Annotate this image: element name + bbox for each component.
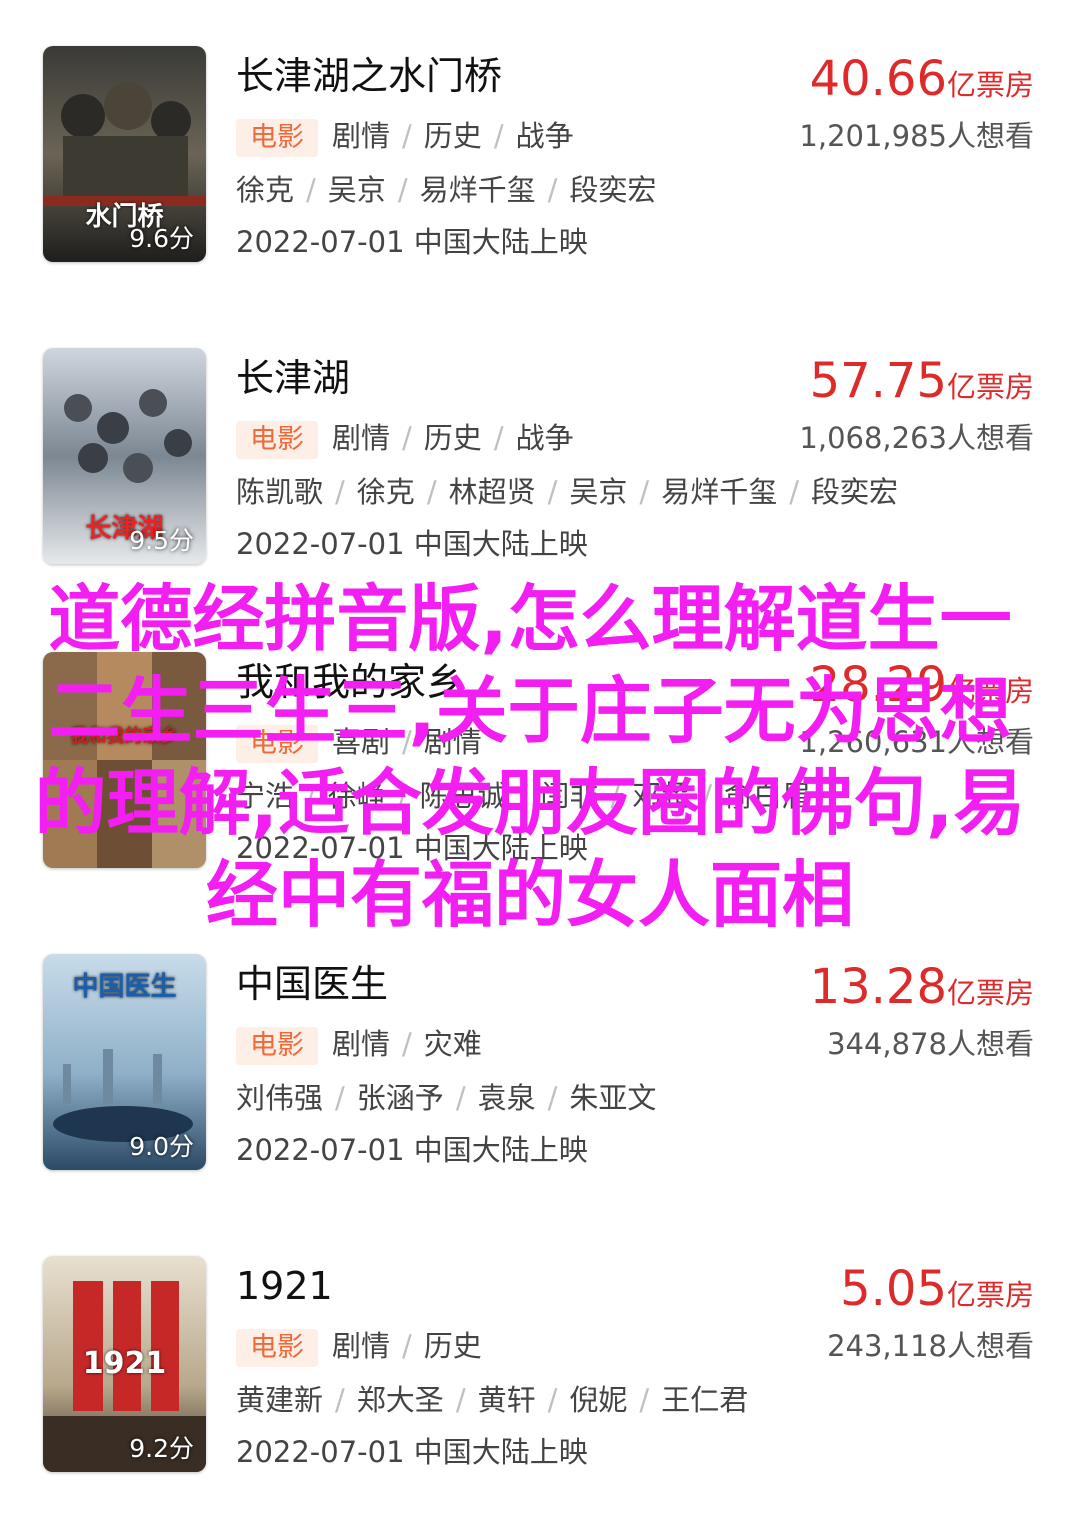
box-office-value: 5.05 xyxy=(840,1261,947,1317)
box-office: 57.75亿票房 xyxy=(810,354,1034,408)
genre-row: 电影 剧情 / 历史 xyxy=(236,1326,482,1367)
cast-member: 易烊千玺 xyxy=(661,475,778,509)
genre-row: 电影 剧情 / 历史 / 战争 xyxy=(236,418,574,459)
box-office-unit: 亿票房 xyxy=(946,370,1034,404)
genre: 历史 xyxy=(423,421,482,455)
box-office: 5.05亿票房 xyxy=(840,1262,1034,1316)
cast-member: 段奕宏 xyxy=(569,173,657,207)
cast-member: 王仁君 xyxy=(661,1383,749,1417)
rating-score: 9.6分 xyxy=(129,224,194,253)
genre: 灾难 xyxy=(423,1027,482,1061)
movie-poster[interactable]: 中国医生 9.0分 xyxy=(43,954,206,1170)
cast-member: 徐克 xyxy=(236,173,295,207)
want-count: 1,201,985人想看 xyxy=(799,119,1034,153)
cast-member: 林超贤 xyxy=(448,475,536,509)
release-date: 2022-07-01 中国大陆上映 xyxy=(236,1435,588,1469)
box-office: 40.66亿票房 xyxy=(810,52,1034,106)
want-count: 1,068,263人想看 xyxy=(799,421,1034,455)
category-tag: 电影 xyxy=(236,119,318,157)
movie-title[interactable]: 中国医生 xyxy=(236,958,388,1010)
movie-card[interactable]: 长津湖 9.5分 长津湖 电影 剧情 / 历史 / 战争 陈凯歌 / 徐克 / 林超贤 / 吴京 / 易烊… xyxy=(0,348,1080,568)
box-office-value: 40.66 xyxy=(809,51,947,107)
movie-poster[interactable]: 水门桥 9.6分 xyxy=(43,46,206,262)
cast-member: 易烊千玺 xyxy=(419,173,536,207)
movie-title[interactable]: 长津湖 xyxy=(236,352,350,404)
movie-poster[interactable]: 1921 9.2分 xyxy=(43,1256,206,1472)
rating-score: 9.5分 xyxy=(129,526,194,555)
rating-score: 9.2分 xyxy=(129,1434,194,1463)
cast-row: 陈凯歌 / 徐克 / 林超贤 / 吴京 / 易烊千玺 / 段奕宏 xyxy=(236,475,898,509)
cast-row: 刘伟强 / 张涵予 / 袁泉 / 朱亚文 xyxy=(236,1081,657,1115)
movie-title[interactable]: 长津湖之水门桥 xyxy=(236,50,502,102)
category-tag: 电影 xyxy=(236,1329,318,1367)
cast-member: 袁泉 xyxy=(477,1081,536,1115)
want-count: 344,878人想看 xyxy=(827,1027,1034,1061)
box-office-unit: 亿票房 xyxy=(946,68,1034,102)
cast-member: 刘伟强 xyxy=(236,1081,324,1115)
release-date: 2022-07-01 中国大陆上映 xyxy=(236,225,588,259)
release-date: 2022-07-01 中国大陆上映 xyxy=(236,1133,588,1167)
genre-row: 电影 剧情 / 灾难 xyxy=(236,1024,482,1065)
cast-member: 徐克 xyxy=(356,475,415,509)
cast-member: 吴京 xyxy=(569,475,628,509)
genre: 历史 xyxy=(423,1329,482,1363)
genre: 历史 xyxy=(423,119,482,153)
movie-poster[interactable]: 长津湖 9.5分 xyxy=(43,348,206,564)
poster-title: 1921 xyxy=(82,1346,167,1381)
genre: 剧情 xyxy=(332,1329,391,1363)
genre-row: 电影 剧情 / 历史 / 战争 xyxy=(236,116,574,157)
category-tag: 电影 xyxy=(236,1027,318,1065)
cast-member: 黄轩 xyxy=(477,1383,536,1417)
cast-member: 段奕宏 xyxy=(810,475,898,509)
box-office-value: 13.28 xyxy=(809,959,947,1015)
cast-member: 倪妮 xyxy=(569,1383,628,1417)
cast-member: 郑大圣 xyxy=(356,1383,444,1417)
box-office: 13.28亿票房 xyxy=(810,960,1034,1014)
watermark-overlay-text: 道德经拼音版,怎么理解道生一二生三生三,关于庄子无为思想的理解,适合发朋友圈的佛… xyxy=(34,577,1026,937)
movie-title[interactable]: 1921 xyxy=(236,1260,333,1312)
release-date: 2022-07-01 中国大陆上映 xyxy=(236,527,588,561)
cast-member: 张涵予 xyxy=(356,1081,444,1115)
genre: 剧情 xyxy=(332,119,391,153)
cast-row: 徐克 / 吴京 / 易烊千玺 / 段奕宏 xyxy=(236,173,657,207)
category-tag: 电影 xyxy=(236,421,318,459)
poster-title: 中国医生 xyxy=(72,972,177,1002)
cast-member: 黄建新 xyxy=(236,1383,324,1417)
movie-card[interactable]: 1921 9.2分 1921 电影 剧情 / 历史 黄建新 / 郑大圣 / 黄轩 / 倪妮 / 王仁君… xyxy=(0,1256,1080,1476)
genre: 剧情 xyxy=(332,1027,391,1061)
cast-member: 吴京 xyxy=(327,173,386,207)
rating-score: 9.0分 xyxy=(129,1132,194,1161)
box-office-unit: 亿票房 xyxy=(946,976,1034,1010)
want-count: 243,118人想看 xyxy=(827,1329,1034,1363)
box-office-value: 57.75 xyxy=(809,353,947,409)
genre: 战争 xyxy=(515,119,574,153)
movie-card[interactable]: 水门桥 9.6分 长津湖之水门桥 电影 剧情 / 历史 / 战争 徐克 / 吴京 / 易烊千玺 / 段… xyxy=(0,46,1080,266)
movie-card[interactable]: 中国医生 9.0分 中国医生 电影 剧情 / 灾难 刘伟强 / 张涵予 / 袁泉 / 朱亚文 20… xyxy=(0,954,1080,1174)
genre: 剧情 xyxy=(332,421,391,455)
box-office-unit: 亿票房 xyxy=(946,1278,1034,1312)
cast-row: 黄建新 / 郑大圣 / 黄轩 / 倪妮 / 王仁君 xyxy=(236,1383,749,1417)
cast-member: 陈凯歌 xyxy=(236,475,324,509)
genre: 战争 xyxy=(515,421,574,455)
cast-member: 朱亚文 xyxy=(569,1081,657,1115)
